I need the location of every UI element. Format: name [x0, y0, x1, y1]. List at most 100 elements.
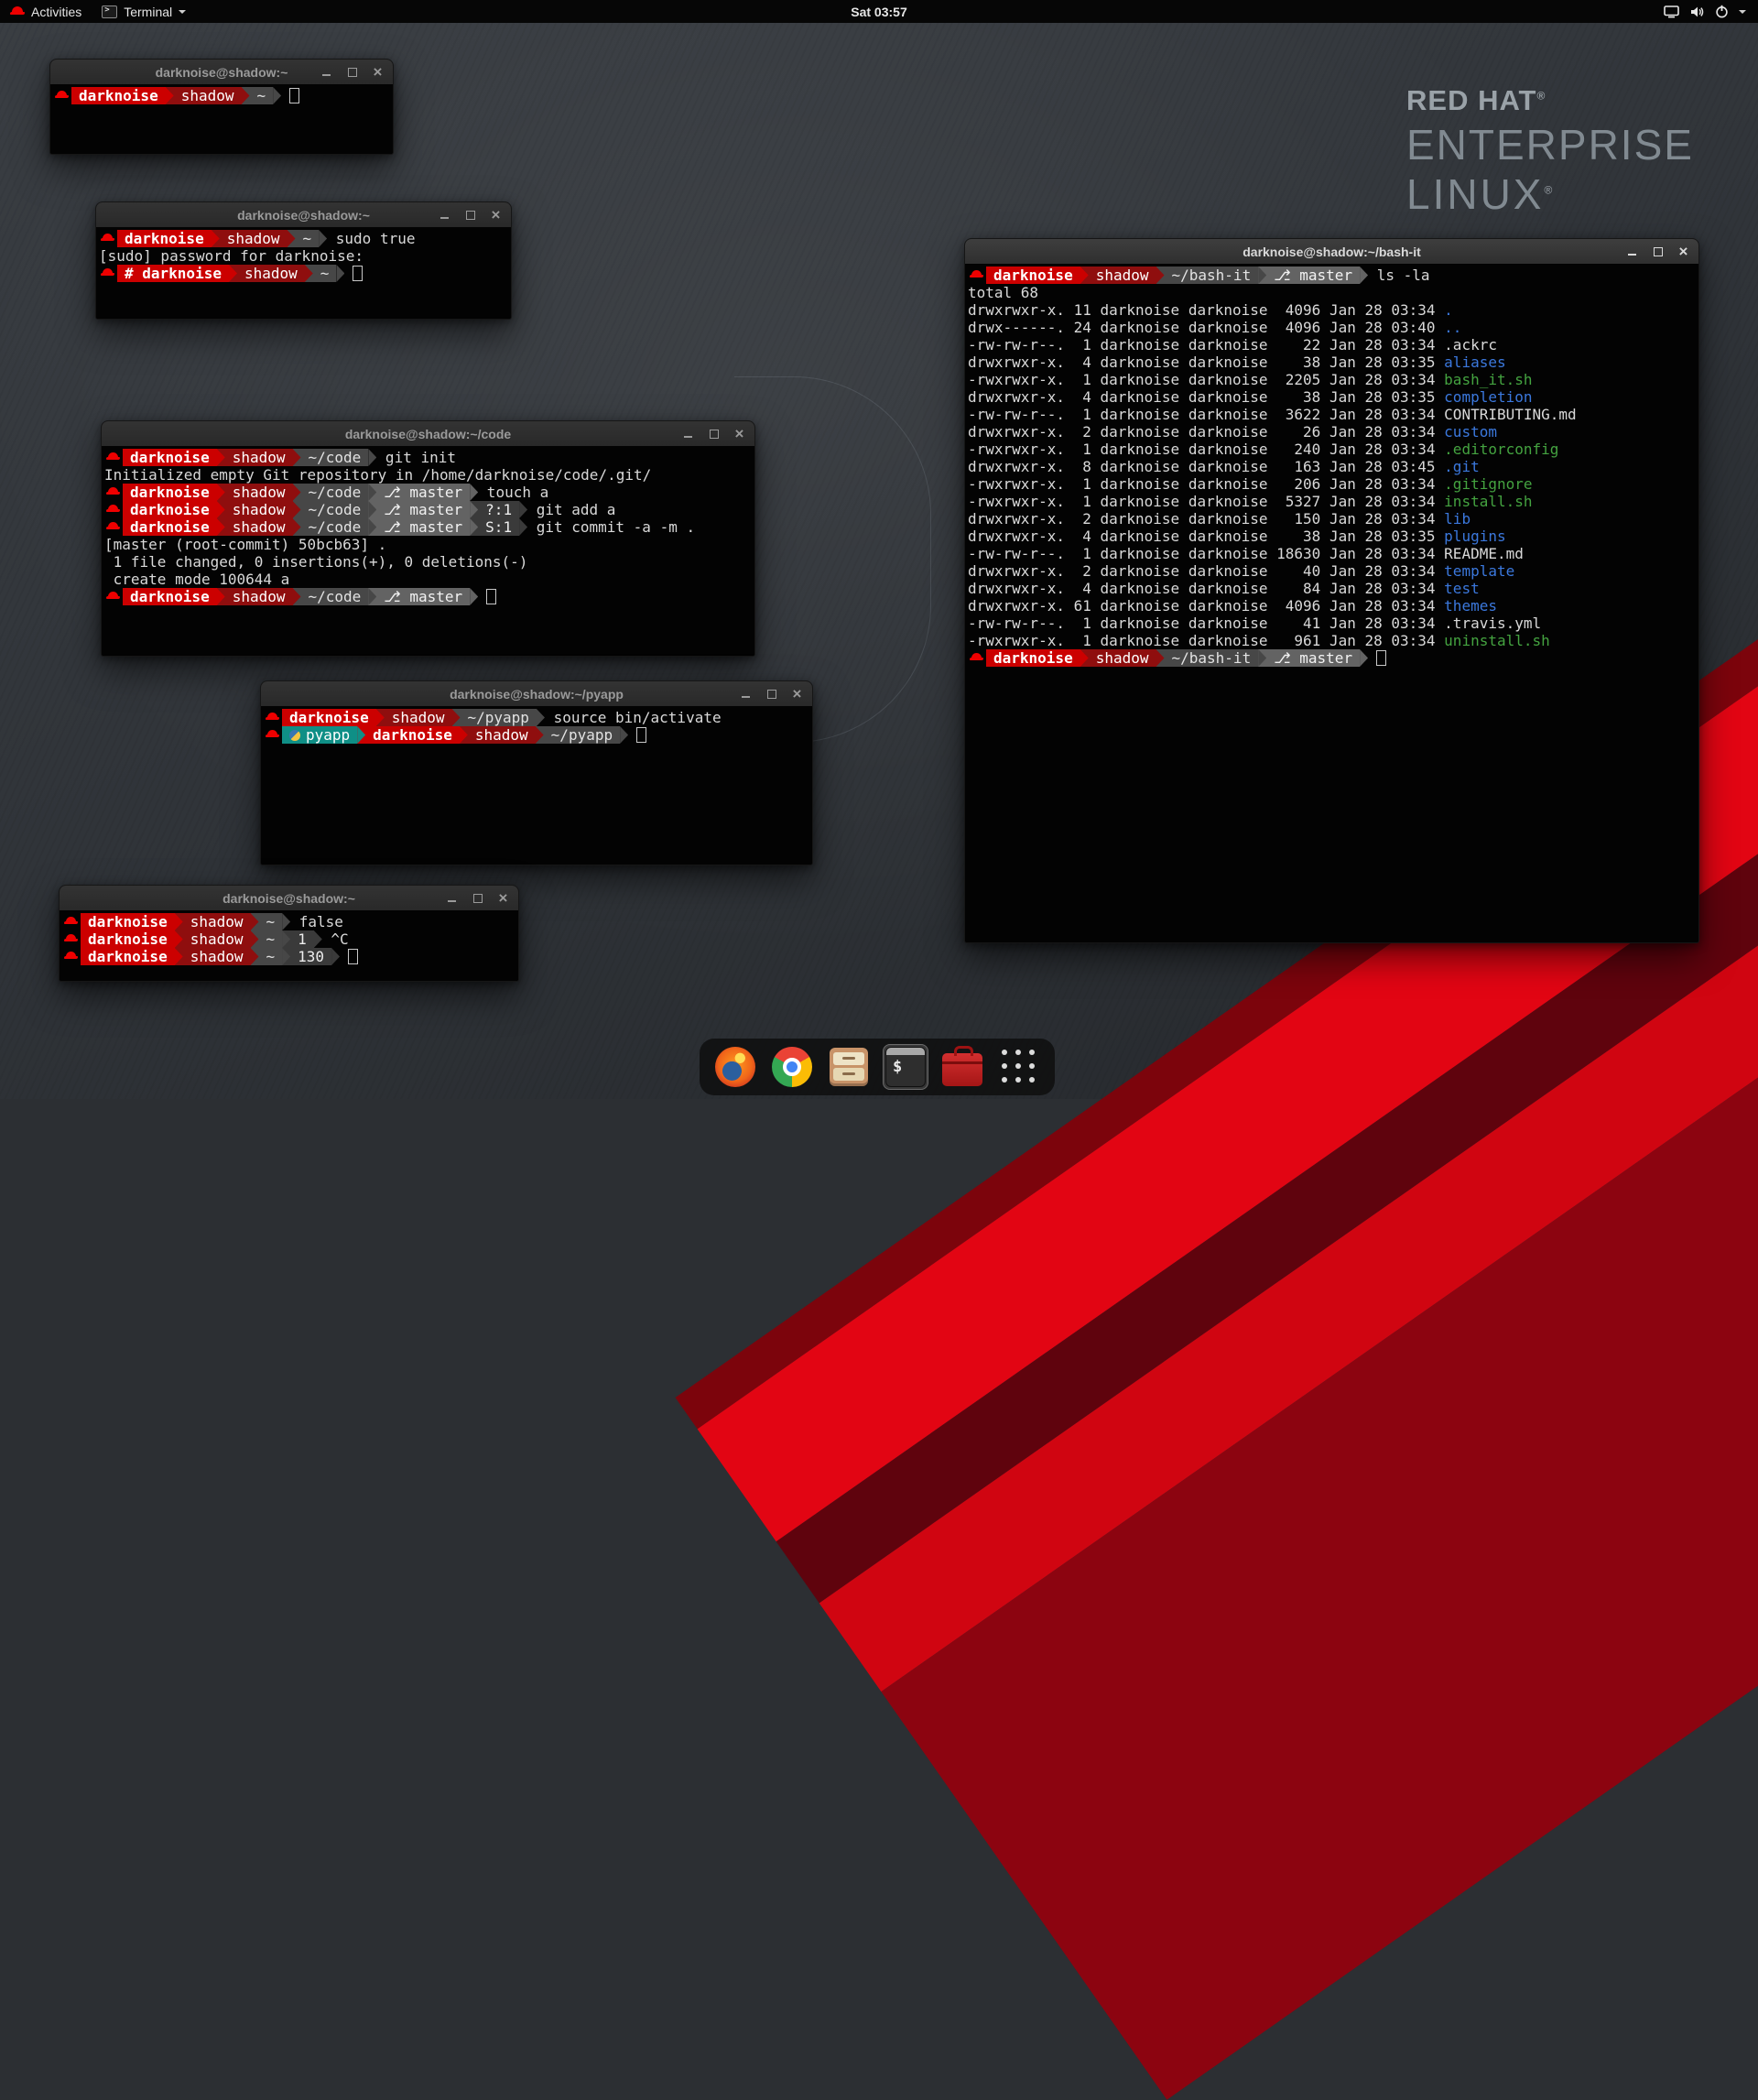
terminal-text: ls -la — [1368, 267, 1429, 284]
top-bar: Activities Terminal Sat 03:57 — [0, 0, 1758, 23]
redhat-prompt-icon — [64, 930, 79, 948]
executable-name: uninstall.sh — [1444, 632, 1550, 649]
terminal-cursor — [1376, 650, 1386, 666]
directory-name: completion — [1444, 388, 1532, 406]
prompt-segment: ~ — [296, 230, 320, 247]
window-titlebar[interactable]: darknoise@shadow:~ × — [96, 202, 511, 228]
minimize-icon — [440, 217, 449, 219]
maximize-button[interactable] — [463, 208, 477, 223]
minimize-button[interactable] — [739, 687, 753, 702]
maximize-button[interactable] — [471, 891, 484, 906]
close-button[interactable]: × — [790, 687, 804, 702]
prompt-segment: shadow — [225, 484, 293, 501]
window-titlebar[interactable]: darknoise@shadow:~ × — [60, 886, 518, 911]
powerline-separator-icon — [460, 726, 468, 744]
terminal-text: touch a — [478, 484, 548, 501]
terminal-text: -rw-rw-r--. 1 darknoise darknoise 18630 … — [968, 545, 1524, 562]
terminal-text: drwxrwxr-x. 4 darknoise darknoise 38 Jan… — [968, 388, 1444, 406]
powerline-separator-icon — [1258, 267, 1266, 284]
minimize-button[interactable] — [320, 65, 333, 80]
prompt-segment: ~ — [250, 87, 274, 104]
powerline-separator-icon — [1258, 649, 1266, 667]
maximize-button[interactable] — [707, 427, 721, 441]
prompt-segment: ?:1 — [478, 501, 519, 518]
terminal-line: drwxrwxr-x. 2 darknoise darknoise 26 Jan… — [968, 423, 1696, 441]
powerline-separator-icon — [282, 930, 290, 948]
prompt-segment: darknoise — [282, 709, 376, 726]
dock-item-firefox[interactable] — [712, 1044, 758, 1090]
terminal-line: -rw-rw-r--. 1 darknoise darknoise 41 Jan… — [968, 615, 1696, 632]
close-icon: × — [735, 427, 744, 441]
terminal-line: darknoiseshadow~ sudo true — [99, 230, 508, 247]
terminal-line: -rw-rw-r--. 1 darknoise darknoise 18630 … — [968, 545, 1696, 562]
prompt-segment: shadow — [220, 230, 288, 247]
powerline-separator-icon — [217, 449, 225, 466]
terminal-window[interactable]: darknoise@shadow:~×darknoiseshadow~ sudo… — [95, 201, 512, 320]
terminal-line: darknoiseshadow~ — [53, 87, 390, 104]
window-title: darknoise@shadow:~ — [237, 208, 370, 223]
powerline-separator-icon — [251, 913, 259, 930]
prompt-segment: ⎇ master — [376, 518, 470, 536]
prompt-segment: shadow — [385, 709, 452, 726]
close-button[interactable]: × — [1677, 245, 1690, 259]
app-menu-terminal[interactable]: Terminal — [92, 0, 196, 23]
terminal-content[interactable]: darknoiseshadow~/bash-it⎇ master ls -lat… — [965, 264, 1698, 942]
minimize-button[interactable] — [1625, 245, 1639, 259]
window-titlebar[interactable]: darknoise@shadow:~/pyapp × — [261, 681, 812, 707]
terminal-line: total 68 — [968, 284, 1696, 301]
activities-button[interactable]: Activities — [0, 0, 92, 23]
terminal-line: drwxrwxr-x. 4 darknoise darknoise 38 Jan… — [968, 354, 1696, 371]
prompt-segment: ~/bash-it — [1165, 649, 1259, 667]
terminal-window[interactable]: darknoise@shadow:~/bash-it×darknoiseshad… — [964, 238, 1699, 943]
terminal-content[interactable]: darknoiseshadow~/pyapp source bin/activa… — [261, 706, 812, 865]
close-button[interactable]: × — [732, 427, 746, 441]
maximize-button[interactable] — [345, 65, 359, 80]
close-button[interactable]: × — [489, 208, 503, 223]
terminal-line: create mode 100644 a — [104, 571, 752, 588]
dock-item-files[interactable] — [826, 1044, 872, 1090]
clock[interactable]: Sat 03:57 — [851, 5, 906, 19]
close-button[interactable]: × — [496, 891, 510, 906]
terminal-content[interactable]: darknoiseshadow~ sudo true[sudo] passwor… — [96, 227, 511, 319]
terminal-line: [sudo] password for darknoise: — [99, 247, 508, 265]
window-titlebar[interactable]: darknoise@shadow:~× — [50, 60, 393, 85]
minimize-button[interactable] — [438, 208, 451, 223]
close-icon: × — [492, 208, 501, 222]
dock-item-terminal[interactable] — [883, 1044, 928, 1090]
maximize-button[interactable] — [1651, 245, 1665, 259]
maximize-button[interactable] — [765, 687, 778, 702]
terminal-window[interactable]: darknoise@shadow:~× darknoiseshadow~ — [49, 59, 394, 155]
terminal-text: drwxrwxr-x. 4 darknoise darknoise 38 Jan… — [968, 354, 1444, 371]
minimize-button[interactable] — [445, 891, 459, 906]
window-titlebar[interactable]: darknoise@shadow:~/bash-it× — [965, 239, 1698, 265]
terminal-content[interactable]: darknoiseshadow~/code git initInitialize… — [102, 446, 754, 656]
executable-name: .gitignore — [1444, 475, 1532, 493]
minimize-icon — [684, 436, 692, 438]
window-controls: × — [681, 421, 746, 446]
terminal-text: create mode 100644 a — [104, 571, 289, 588]
terminal-content[interactable]: darknoiseshadow~ — [50, 84, 393, 154]
terminal-window[interactable]: darknoise@shadow:~/pyapp × darknoise shadow… — [260, 680, 813, 865]
window-controls: × — [739, 681, 804, 706]
redhat-prompt-icon — [970, 649, 984, 667]
minimize-button[interactable] — [681, 427, 695, 441]
terminal-line: -rwxrwxr-x. 1 darknoise darknoise 961 Ja… — [968, 632, 1696, 649]
terminal-content[interactable]: darknoiseshadow~ falsedarknoiseshadow~1 … — [60, 910, 518, 981]
redhat-prompt-icon — [101, 230, 115, 247]
dock-item-app-grid[interactable] — [996, 1044, 1042, 1090]
powerline-separator-icon — [1080, 649, 1089, 667]
window-title: darknoise@shadow:~/pyapp — [450, 687, 624, 702]
terminal-text: [master (root-commit) 50bcb63] . — [104, 536, 386, 553]
executable-name: bash_it.sh — [1444, 371, 1532, 388]
dock-item-toolbox[interactable] — [939, 1044, 985, 1090]
system-status-area[interactable] — [1664, 0, 1758, 23]
terminal-window[interactable]: darknoise@shadow:~ × darknoiseshadow~ fals… — [59, 885, 519, 982]
prompt-segment: ~/pyapp — [461, 709, 537, 726]
powerline-separator-icon — [319, 230, 327, 247]
close-button[interactable]: × — [371, 65, 385, 80]
window-titlebar[interactable]: darknoise@shadow:~/code× — [102, 421, 754, 447]
directory-name: .git — [1444, 458, 1480, 475]
terminal-window[interactable]: darknoise@shadow:~/code×darknoiseshadow~… — [101, 420, 755, 657]
dock-item-chrome[interactable] — [769, 1044, 815, 1090]
window-title: darknoise@shadow:~ — [222, 891, 355, 906]
